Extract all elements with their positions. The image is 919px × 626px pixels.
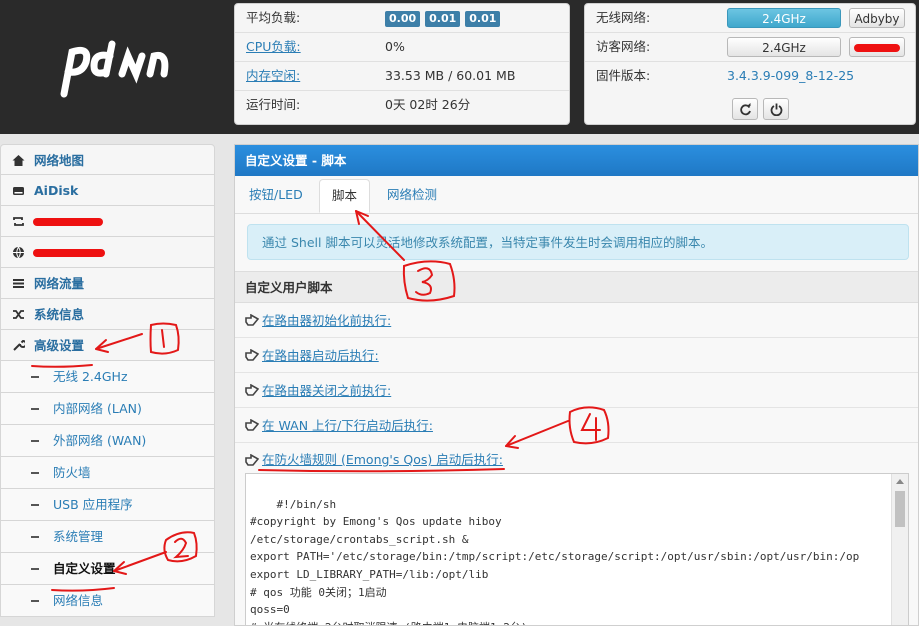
main-panel: 自定义设置 - 脚本 按钮/LED 脚本 网络检测 通过 Shell 脚本可以灵…: [234, 144, 919, 626]
script-link[interactable]: 在路由器关闭之前执行:: [262, 373, 391, 408]
adbyby-button[interactable]: Adbyby: [849, 8, 905, 28]
script-code: #!/bin/sh #copyright by Emong's Qos upda…: [250, 497, 860, 625]
hand-right-icon: [245, 349, 259, 361]
script-editor[interactable]: #!/bin/sh #copyright by Emong's Qos upda…: [245, 473, 909, 625]
sidebar-sub-label: 内部网络 (LAN): [53, 401, 142, 416]
page-title: 自定义设置 - 脚本: [235, 145, 918, 176]
load-badge-15: 0.01: [465, 11, 501, 27]
globe-icon: [13, 246, 24, 259]
sidebar-sub-firewall[interactable]: 防火墙: [0, 457, 215, 489]
hand-right-icon: [245, 384, 259, 396]
tab-buttons-led[interactable]: 按钮/LED: [237, 179, 315, 213]
sidebar-sub-label: USB 应用程序: [53, 497, 133, 512]
sidebar-sub-label: 无线 2.4GHz: [53, 369, 128, 384]
load-badge-5: 0.01: [425, 11, 461, 27]
script-link[interactable]: 在路由器初始化前执行:: [262, 303, 391, 338]
script-link[interactable]: 在 WAN 上行/下行启动后执行:: [262, 408, 433, 443]
script-pre-shutdown[interactable]: 在路由器关闭之前执行:: [235, 373, 918, 408]
load-row: 平均负载: 0.00 0.01 0.01: [235, 4, 569, 33]
editor-scrollbar[interactable]: [891, 474, 908, 625]
script-wan-updown[interactable]: 在 WAN 上行/下行启动后执行:: [235, 408, 918, 443]
redacted-button[interactable]: [849, 37, 905, 57]
script-post-start[interactable]: 在路由器启动后执行:: [235, 338, 918, 373]
guest-2g-button[interactable]: 2.4GHz: [727, 37, 841, 57]
sidebar-item-label: 系统信息: [34, 307, 85, 322]
sidebar-sub-wireless[interactable]: 无线 2.4GHz: [0, 361, 215, 393]
memory-value: 33.53 MB / 60.01 MB: [385, 68, 516, 83]
wireless-label: 无线网络:: [596, 10, 651, 25]
uptime-label: 运行时间:: [246, 97, 301, 112]
sidebar-item-label: 高级设置: [34, 338, 85, 353]
firmware-label: 固件版本:: [596, 68, 651, 83]
list-icon: [13, 279, 24, 288]
sidebar-sub-lan[interactable]: 内部网络 (LAN): [0, 393, 215, 425]
retweet-icon: [13, 217, 24, 226]
cpu-row: CPU负载: 0%: [235, 33, 569, 62]
sidebar-item-label: 网络流量: [34, 276, 85, 291]
memory-link[interactable]: 内存空闲:: [246, 62, 300, 90]
tab-network-check[interactable]: 网络检测: [375, 179, 449, 213]
system-status-panel: 平均负载: 0.00 0.01 0.01 CPU负载: 0% 内存空闲: 33.…: [234, 3, 570, 125]
refresh-icon: [740, 103, 751, 116]
uptime-row: 运行时间: 0天 02时 26分: [235, 91, 569, 119]
sidebar-item-aidisk[interactable]: AiDisk: [0, 175, 215, 206]
script-link[interactable]: 在防火墙规则 (Emong's Qos) 启动后执行:: [262, 443, 503, 477]
sidebar-sub-label: 网络信息: [53, 593, 104, 608]
script-pre-init[interactable]: 在路由器初始化前执行:: [235, 303, 918, 338]
tab-scripts[interactable]: 脚本: [319, 179, 371, 213]
padavan-logo: [60, 40, 169, 98]
home-icon: [12, 155, 25, 166]
random-icon: [13, 310, 24, 319]
sidebar-sub-admin[interactable]: 系统管理: [0, 521, 215, 553]
refresh-button[interactable]: [732, 98, 758, 120]
hand-right-icon: [245, 419, 259, 431]
network-panel: 无线网络: 2.4GHz Adbyby 访客网络: 2.4GHz 固件版本: 3…: [584, 3, 916, 125]
script-firewall-qos[interactable]: 在防火墙规则 (Emong's Qos) 启动后执行:: [235, 443, 918, 473]
sidebar-sub-label: 系统管理: [53, 529, 104, 544]
sidebar-item-redacted-2[interactable]: [0, 237, 215, 268]
wireless-2g-button[interactable]: 2.4GHz: [727, 8, 841, 28]
uptime-value: 0天 02时 26分: [385, 97, 471, 112]
wireless-row: 无线网络: 2.4GHz Adbyby: [585, 4, 915, 33]
hdd-icon: [13, 187, 24, 195]
sidebar-sub-label: 自定义设置: [53, 561, 116, 576]
section-title: 自定义用户脚本: [235, 271, 918, 303]
cpu-value: 0%: [385, 39, 405, 54]
info-alert: 通过 Shell 脚本可以灵活地修改系统配置，当特定事件发生时会调用相应的脚本。: [247, 224, 909, 260]
script-link[interactable]: 在路由器启动后执行:: [262, 338, 379, 373]
sidebar-item-traffic[interactable]: 网络流量: [0, 268, 215, 299]
load-badge-1: 0.00: [385, 11, 421, 27]
load-label: 平均负载:: [246, 10, 301, 25]
sidebar-sub-netinfo[interactable]: 网络信息: [0, 585, 215, 617]
sidebar-nav: 网络地图 AiDisk 网络流量 系统信息 高级设置 无线 2.4GHz 内部网…: [0, 144, 215, 626]
sidebar-sub-label: 防火墙: [53, 465, 91, 480]
sidebar-sub-label: 外部网络 (WAN): [53, 433, 147, 448]
firmware-link[interactable]: 3.4.3.9-099_8-12-25: [727, 62, 854, 90]
firmware-row: 固件版本: 3.4.3.9-099_8-12-25: [585, 62, 915, 90]
sidebar-item-advanced[interactable]: 高级设置: [0, 330, 215, 361]
power-icon: [770, 103, 783, 116]
sidebar-item-label: AiDisk: [34, 183, 79, 198]
sidebar-sub-custom[interactable]: 自定义设置: [0, 553, 215, 585]
hand-right-icon: [245, 314, 259, 326]
load-values: 0.00 0.01 0.01: [385, 4, 501, 32]
sidebar-item-network-map[interactable]: 网络地图: [0, 144, 215, 175]
sidebar-item-redacted-1[interactable]: [0, 206, 215, 237]
wrench-icon: [13, 339, 25, 351]
sidebar-item-label: 网络地图: [34, 153, 85, 168]
cpu-link[interactable]: CPU负载:: [246, 33, 301, 61]
hand-right-icon: [245, 454, 259, 466]
power-button[interactable]: [763, 98, 789, 120]
sidebar-item-system-info[interactable]: 系统信息: [0, 299, 215, 330]
sidebar-sub-usb[interactable]: USB 应用程序: [0, 489, 215, 521]
guest-label: 访客网络:: [596, 39, 651, 54]
guest-row: 访客网络: 2.4GHz: [585, 33, 915, 62]
sidebar-sub-wan[interactable]: 外部网络 (WAN): [0, 425, 215, 457]
memory-row: 内存空闲: 33.53 MB / 60.01 MB: [235, 62, 569, 91]
tab-bar: 按钮/LED 脚本 网络检测: [235, 176, 918, 214]
